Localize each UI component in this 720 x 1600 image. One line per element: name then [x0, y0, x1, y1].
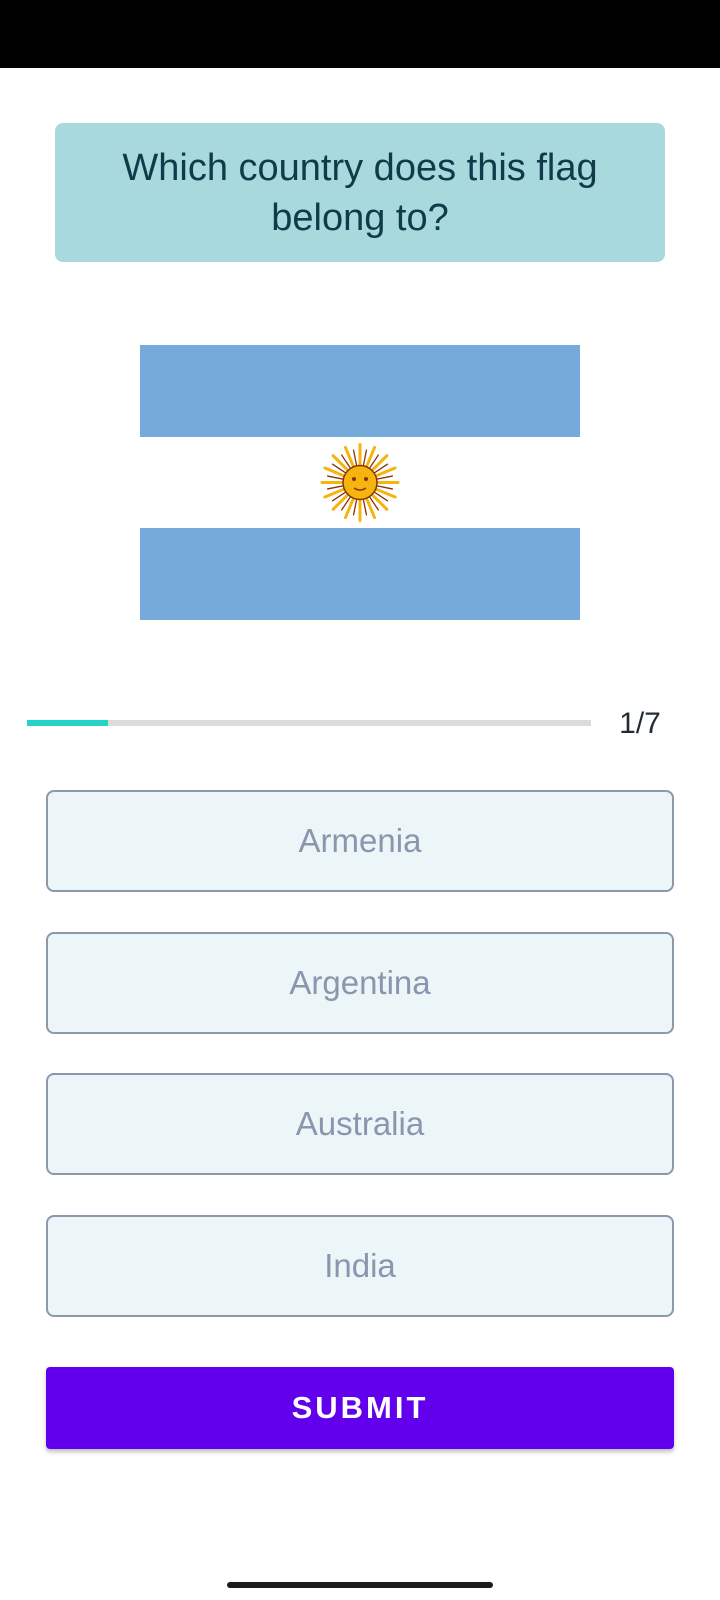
sun-face: [342, 464, 378, 501]
option-button-india[interactable]: India: [46, 1215, 674, 1317]
progress-bar-fill: [27, 720, 108, 726]
argentina-flag-image: [140, 345, 580, 620]
option-button-armenia[interactable]: Armenia: [46, 790, 674, 892]
question-card: Which country does this flag belong to?: [55, 123, 665, 262]
submit-button[interactable]: SUBMIT: [46, 1367, 674, 1449]
question-text: Which country does this flag belong to?: [122, 146, 598, 239]
option-button-argentina[interactable]: Argentina: [46, 932, 674, 1034]
home-indicator[interactable]: [227, 1582, 493, 1588]
progress-bar: [27, 720, 591, 726]
status-bar: [0, 0, 720, 68]
flag-bottom-stripe: [140, 528, 580, 620]
progress-count: 1/7: [619, 707, 661, 740]
option-button-australia[interactable]: Australia: [46, 1073, 674, 1175]
flag-top-stripe: [140, 345, 580, 437]
